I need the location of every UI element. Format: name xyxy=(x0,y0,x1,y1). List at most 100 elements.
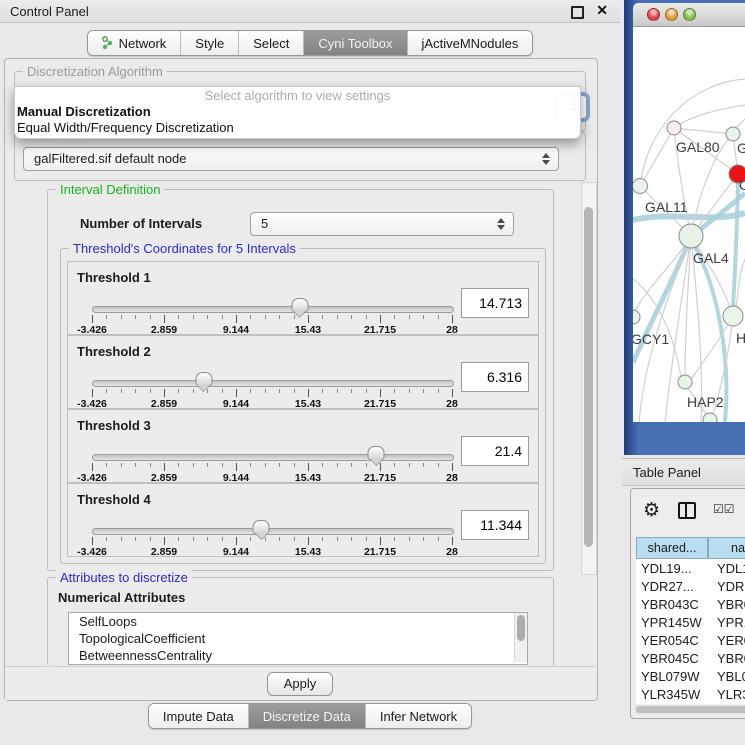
threshold-slider[interactable]: -3.4262.8599.14415.4321.71528 xyxy=(92,524,452,554)
minimize-traffic-light[interactable] xyxy=(665,8,678,21)
slider-thumb[interactable] xyxy=(368,446,385,460)
tick-label: 21.715 xyxy=(364,546,396,558)
node-gcy1[interactable] xyxy=(633,310,640,324)
list-scrollbar[interactable] xyxy=(514,613,527,662)
edge[interactable] xyxy=(674,105,745,128)
node-bottom-partial[interactable] xyxy=(703,413,717,422)
float-window-icon[interactable] xyxy=(571,6,584,19)
tab-label: Style xyxy=(195,36,224,51)
list-item[interactable]: BetweennessCentrality xyxy=(69,647,527,664)
checkbox-pair-icon[interactable]: ☑☑ xyxy=(713,502,735,516)
threshold-slider[interactable]: -3.4262.8599.14415.4321.71528 xyxy=(92,376,452,406)
threshold-value-field[interactable] xyxy=(461,362,529,392)
vertical-scrollbar[interactable] xyxy=(581,182,597,575)
cell-shared-name[interactable]: YBR043C xyxy=(636,597,712,612)
table-row[interactable]: YBR045CYBR0 xyxy=(636,649,745,667)
list-item[interactable]: TopologicalCoefficient xyxy=(69,630,527,647)
cell-name[interactable]: YER0 xyxy=(712,633,745,648)
table-row[interactable]: YER054CYER0 xyxy=(636,631,745,649)
tab-label: Infer Network xyxy=(380,709,457,724)
table-header-row: shared... na xyxy=(636,537,745,559)
tab-impute-data[interactable]: Impute Data xyxy=(149,704,249,728)
edge[interactable] xyxy=(633,279,681,377)
cell-shared-name[interactable]: YBR045C xyxy=(636,651,712,666)
node-hap2[interactable] xyxy=(678,375,692,389)
dropdown-option[interactable]: Manual Discretization xyxy=(15,104,580,120)
table-data-combobox[interactable]: galFiltered.sif default node xyxy=(23,147,559,171)
cell-shared-name[interactable]: YDL19... xyxy=(636,561,712,576)
split-columns-icon[interactable] xyxy=(678,502,696,519)
table-row[interactable]: YLR345WYLR3 xyxy=(636,685,745,703)
zoom-traffic-light[interactable] xyxy=(683,8,696,21)
slider-track[interactable] xyxy=(92,454,454,461)
tab-discretize-data[interactable]: Discretize Data xyxy=(249,704,366,728)
edge[interactable] xyxy=(674,128,733,134)
slider-thumb[interactable] xyxy=(291,298,308,312)
network-icon xyxy=(102,36,114,50)
network-canvas[interactable]: GAL80GACGAL11GAL4GCY1HHAP2 xyxy=(633,27,745,422)
slider-thumb[interactable] xyxy=(253,520,270,534)
slider-track[interactable] xyxy=(92,306,454,313)
dropdown-option[interactable]: Equal Width/Frequency Discretization xyxy=(15,120,580,136)
column-header[interactable]: na xyxy=(708,537,745,559)
cell-shared-name[interactable]: YPR145W xyxy=(636,615,712,630)
network-window-titlebar[interactable] xyxy=(633,3,745,27)
threshold-slider[interactable]: -3.4262.8599.14415.4321.71528 xyxy=(92,450,452,480)
node-gal11[interactable] xyxy=(633,179,648,194)
cell-shared-name[interactable]: YBL079W xyxy=(636,669,712,684)
gear-icon[interactable]: ⚙ xyxy=(643,499,660,521)
number-of-intervals-combobox[interactable]: 5 xyxy=(250,212,514,236)
cell-name[interactable]: YLR3 xyxy=(712,687,745,702)
horizontal-scrollbar[interactable] xyxy=(634,705,745,714)
column-header[interactable]: shared... xyxy=(636,537,708,559)
table-row[interactable]: YDL19...YDL1 xyxy=(636,559,745,577)
cell-name[interactable]: YBL0 xyxy=(712,669,745,684)
edge[interactable] xyxy=(640,128,674,186)
threshold-value-field[interactable] xyxy=(461,436,529,466)
cell-shared-name[interactable]: YLR345W xyxy=(636,687,712,702)
tab-style[interactable]: Style xyxy=(181,31,239,55)
list-items: SelfLoopsTopologicalCoefficientBetweenne… xyxy=(69,613,527,664)
numerical-attributes-label: Numerical Attributes xyxy=(58,590,185,605)
node-top-right[interactable] xyxy=(726,127,740,141)
table-panel-title: Table Panel xyxy=(633,465,701,480)
cell-name[interactable]: YDL1 xyxy=(712,561,745,576)
list-item[interactable]: SelfLoops xyxy=(69,613,527,630)
close-traffic-light[interactable] xyxy=(647,8,660,21)
table-row[interactable]: YDR27...YDR2 xyxy=(636,577,745,595)
cell-name[interactable]: YDR2 xyxy=(712,579,745,594)
threshold-slider[interactable]: -3.4262.8599.14415.4321.71528 xyxy=(92,302,452,332)
node-gal4[interactable] xyxy=(679,224,703,248)
table-row[interactable]: YIL052CYIL0 xyxy=(636,703,745,704)
slider-track[interactable] xyxy=(92,528,454,535)
node-pink[interactable] xyxy=(667,121,681,135)
cell-shared-name[interactable]: YDR27... xyxy=(636,579,712,594)
dropdown-placeholder-item[interactable]: Select algorithm to view settings xyxy=(15,87,580,104)
threshold-value-field[interactable] xyxy=(461,288,529,318)
tab-infer-network[interactable]: Infer Network xyxy=(366,704,471,728)
scrollbar-thumb[interactable] xyxy=(636,706,745,713)
cell-shared-name[interactable]: YER054C xyxy=(636,633,712,648)
table-row[interactable]: YBR043CYBR0 xyxy=(636,595,745,613)
table-row[interactable]: YPR145WYPR1 xyxy=(636,613,745,631)
cell-name[interactable]: YPR1 xyxy=(712,615,745,630)
scrollbar-thumb[interactable] xyxy=(517,615,525,641)
tab-network[interactable]: Network xyxy=(88,31,182,55)
tick-label: 9.144 xyxy=(223,546,249,558)
threshold-value-field[interactable] xyxy=(461,510,529,540)
scrollbar-thumb[interactable] xyxy=(584,207,593,547)
numerical-attributes-list[interactable]: SelfLoopsTopologicalCoefficientBetweenne… xyxy=(68,612,528,665)
tab-cyni-toolbox[interactable]: Cyni Toolbox xyxy=(304,31,407,55)
node-right-mid[interactable] xyxy=(723,306,743,326)
cell-name[interactable]: YBR0 xyxy=(712,597,745,612)
cell-name[interactable]: YBR0 xyxy=(712,651,745,666)
slider-thumb[interactable] xyxy=(195,372,212,386)
table-row[interactable]: YBL079WYBL0 xyxy=(636,667,745,685)
number-of-intervals-label: Number of Intervals xyxy=(80,216,202,231)
slider-track[interactable] xyxy=(92,380,454,387)
combo-stepper-icon xyxy=(542,153,550,165)
tab-jactivemnodules[interactable]: jActiveMNodules xyxy=(408,31,533,55)
apply-button[interactable]: Apply xyxy=(267,672,333,696)
tab-select[interactable]: Select xyxy=(239,31,304,55)
close-icon[interactable]: ✕ xyxy=(596,2,608,19)
